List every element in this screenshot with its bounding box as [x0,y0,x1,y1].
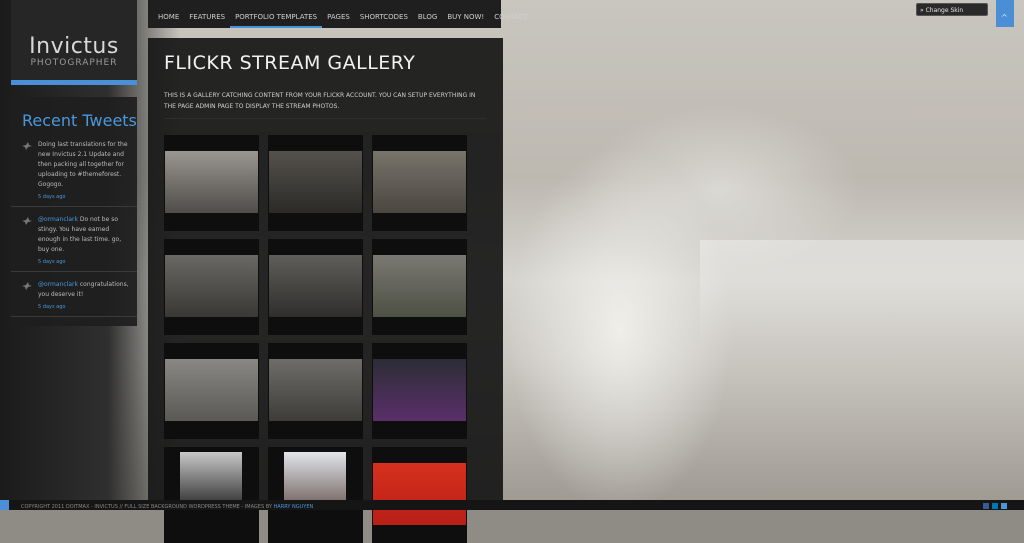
logo-name: Invictus [29,34,119,59]
widget-title: Recent Tweets [22,111,137,130]
main-navigation: HOME FEATURES PORTFOLIO TEMPLATES PAGES … [148,0,527,28]
tweet-handle[interactable]: @ormanclark [38,216,78,223]
gallery-thumbnail[interactable] [372,343,467,439]
bird-icon [22,142,32,150]
gallery-photo-feet-dark-ground-leaf [269,151,362,213]
tweet-text: Doing last translations for the new Invi… [38,141,128,188]
gallery-thumbnail[interactable] [372,135,467,231]
divider [164,118,486,119]
nav-item-buy-now[interactable]: BUY NOW! [442,0,489,28]
back-to-top-button[interactable]: ^ [996,0,1014,27]
linkedin-icon[interactable] [992,503,998,509]
gallery-thumbnail[interactable] [372,447,467,543]
bird-icon [22,282,32,290]
gallery-photo-shadow-puddle-grass [373,255,466,317]
gallery-thumbnail[interactable] [268,447,363,543]
gallery-photo-shadow-gravel-feet [373,151,466,213]
bird-icon [22,217,32,225]
gallery-photo-feet-wet-road [165,255,258,317]
logo-subtitle: PHOTOGRAPHER [30,58,118,68]
site-logo[interactable]: Invictus PHOTOGRAPHER [11,0,137,85]
facebook-icon[interactable] [983,503,989,509]
footer-accent [0,500,9,510]
gallery-photo-feet-stone-shadow [269,359,362,421]
gallery-photo-feet-sand [165,359,258,421]
tweet-time[interactable]: 5 days ago [38,194,131,200]
gallery-thumbnail[interactable] [372,239,467,335]
footer-copyright: COPYRIGHT 2011 DOITMAX - INVICTUS // FUL… [21,504,313,510]
gallery-thumbnail[interactable] [164,239,259,335]
gallery-photo-shadow-on-pavement [165,151,258,213]
photographer-credit-link[interactable]: HARRY NGUYEN [274,504,314,510]
change-skin-button[interactable]: » Change Skin [916,3,988,16]
nav-item-blog[interactable]: BLOG [413,0,442,28]
page-title: FLICKR STREAM GALLERY [164,52,416,74]
tweet-item: @ormanclark congratulations, you deserve… [11,280,137,317]
tweet-handle[interactable]: @ormanclark [38,281,78,288]
nav-item-features[interactable]: FEATURES [184,0,230,28]
content-panel: FLICKR STREAM GALLERY THIS IS A GALLERY … [148,38,503,543]
nav-item-portfolio-templates[interactable]: PORTFOLIO TEMPLATES [230,0,323,28]
footer: COPYRIGHT 2011 DOITMAX - INVICTUS // FUL… [0,500,1024,510]
recent-tweets-widget: Recent Tweets Doing last translations fo… [11,97,137,326]
background-window-light [700,240,1024,350]
nav-item-home[interactable]: HOME [153,0,184,28]
gallery-thumbnail[interactable] [164,135,259,231]
nav-item-pages[interactable]: PAGES [322,0,355,28]
gallery-thumbnail[interactable] [268,135,363,231]
nav-item-contact[interactable]: CONTACT [489,0,532,28]
tweet-time[interactable]: 5 days ago [38,304,131,310]
twitter-icon[interactable] [1001,503,1007,509]
gallery-thumbnail[interactable] [268,343,363,439]
nav-item-shortcodes[interactable]: SHORTCODES [355,0,413,28]
tweet-item: Doing last translations for the new Invi… [11,140,137,207]
gallery-photo-hall-perspective [373,359,466,421]
tweet-item: @ormanclark Do not be so stingy. You hav… [11,215,137,272]
copyright-text: COPYRIGHT 2011 DOITMAX - INVICTUS // FUL… [21,504,274,510]
tweet-time[interactable]: 5 days ago [38,259,131,265]
gallery-thumbnail[interactable] [268,239,363,335]
gallery-photo-shadow-asphalt-line [269,255,362,317]
gallery-thumbnail[interactable] [164,343,259,439]
gallery-photo-red-wall-tree [373,463,466,525]
page-description: THIS IS A GALLERY CATCHING CONTENT FROM … [164,92,476,110]
gallery-thumbnail[interactable] [164,447,259,543]
chevron-up-icon: ^ [1001,13,1008,22]
